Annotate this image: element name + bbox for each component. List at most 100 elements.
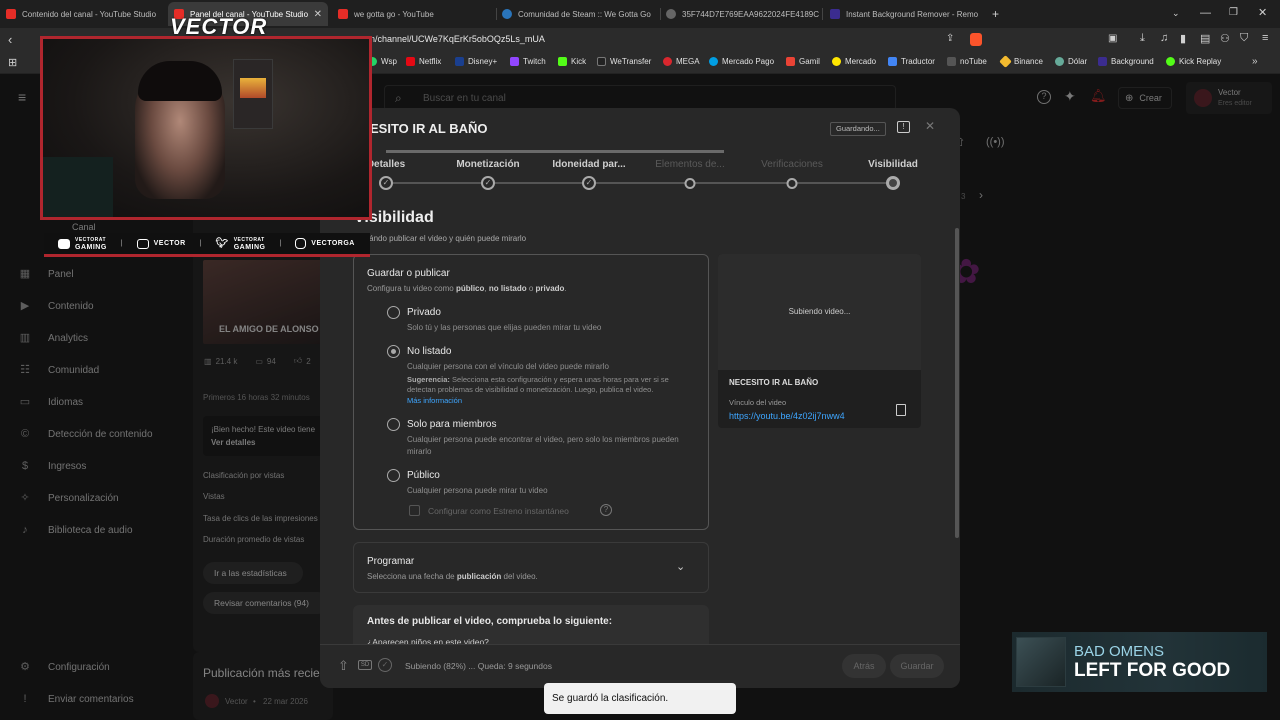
bookmark-netflix[interactable]: Netflix: [406, 57, 441, 66]
divider: |: [279, 240, 282, 247]
step-label-idoneidad[interactable]: Idoneidad par...: [552, 159, 625, 170]
bookmark-gamil[interactable]: Gamil: [786, 57, 820, 66]
scrollbar[interactable]: [955, 228, 959, 538]
step-label-verificaciones[interactable]: Verificaciones: [761, 159, 823, 170]
step-label-elementos[interactable]: Elementos de...: [655, 159, 724, 170]
bookmark-wsp[interactable]: Wsp: [368, 57, 397, 66]
back-icon[interactable]: ‹: [8, 32, 12, 47]
url-field[interactable]: n/channel/UCWe7KqErKr5obOQz5Ls_mUA: [370, 34, 545, 44]
extensions-icon[interactable]: ⚇: [1220, 32, 1230, 45]
apps-grid-icon[interactable]: ⊞: [8, 56, 17, 69]
step-pending-dot[interactable]: [786, 178, 798, 189]
saving-badge: Guardando...: [830, 122, 886, 136]
option-desc-miembros: Cualquier persona puede encontrar el vid…: [407, 435, 679, 456]
bookmark-kick[interactable]: Kick: [558, 57, 586, 66]
bookmark-mega[interactable]: MEGA: [663, 57, 700, 66]
social-bar: VECTORAT GAMING | VECTOR | 🐦︎ VECTORAT GAM…: [44, 233, 370, 257]
bookmark-mercado[interactable]: Mercado: [832, 57, 876, 66]
bookmark-kick-replay[interactable]: Kick Replay: [1166, 57, 1221, 66]
step-pending-dot[interactable]: [684, 178, 696, 189]
checks-icon: ✓: [378, 658, 392, 672]
brave-shield-icon[interactable]: [970, 33, 982, 46]
binance-icon: [999, 55, 1012, 68]
wallet-icon[interactable]: ▤: [1200, 32, 1210, 45]
suggestion-text: Sugerencia: Selecciona esta configuració…: [407, 375, 669, 394]
help-icon[interactable]: ?: [600, 504, 612, 516]
copy-icon[interactable]: [896, 404, 906, 416]
step-current-dot[interactable]: [886, 176, 900, 190]
bookmark-twitch[interactable]: Twitch: [510, 57, 546, 66]
radio-publico[interactable]: [387, 469, 400, 482]
radio-privado[interactable]: [387, 306, 400, 319]
photoroom-icon: [830, 9, 840, 19]
step-done-check-icon[interactable]: ✓: [582, 176, 596, 190]
notube-icon: [947, 57, 956, 66]
share-icon[interactable]: ⇪: [946, 33, 954, 44]
reader-icon[interactable]: ▣: [1108, 33, 1117, 44]
radio-solo-miembros[interactable]: [387, 418, 400, 431]
tab-hash[interactable]: 35F744D7E769EAA9622024FE4189C: [660, 2, 820, 26]
arcade-screen: [240, 78, 266, 98]
tab-we-gotta-go[interactable]: we gotta go - YouTube: [332, 2, 492, 26]
new-tab-icon[interactable]: +: [992, 7, 999, 21]
tab-separator: [822, 8, 823, 20]
webcam-overlay: [40, 36, 372, 220]
close-icon[interactable]: ✕: [925, 119, 935, 133]
save-description: Configura tu video como público, no list…: [367, 284, 567, 293]
social-twitter: 🐦︎ VECTORAT GAMING: [215, 236, 266, 251]
video-preview: Subiendo video...: [718, 254, 921, 370]
schedule-panel[interactable]: Programar Selecciona una fecha de public…: [353, 542, 709, 593]
bookmark-background[interactable]: Background: [1098, 57, 1154, 66]
vpn-shield-icon[interactable]: ⛉: [1240, 32, 1248, 45]
more-bookmarks-icon[interactable]: »: [1252, 56, 1258, 67]
video-link[interactable]: https://youtu.be/4z02ij7nww4: [729, 411, 845, 421]
section-subheading: e cuándo publicar el video y quién puede…: [354, 234, 527, 243]
bookmark-mercado-pago[interactable]: Mercado Pago: [709, 57, 774, 66]
more-info-link[interactable]: Más información: [407, 396, 462, 405]
close-window-icon[interactable]: ✕: [1258, 6, 1267, 19]
step-label-detalles[interactable]: Detalles: [367, 159, 405, 170]
menu-icon[interactable]: ≡: [1262, 32, 1268, 44]
bookmark-disney[interactable]: Disney+: [455, 57, 497, 66]
upload-status: Subiendo (82%) ... Queda: 9 segundos: [405, 661, 552, 671]
dialog-title: ESITO IR AL BAÑO: [370, 121, 488, 136]
bookmark-dolar[interactable]: Dólar: [1055, 57, 1087, 66]
chevron-down-icon[interactable]: ⌄: [1172, 8, 1180, 19]
restore-icon[interactable]: ❐: [1229, 7, 1238, 18]
download-icon[interactable]: ⤓: [1140, 32, 1145, 45]
toast-notification: Se guardó la clasificación.: [544, 683, 736, 714]
tab-background-remover[interactable]: Instant Background Remover - Remo: [824, 2, 984, 26]
progress-bar: [386, 150, 724, 153]
steam-icon: [502, 9, 512, 19]
premiere-checkbox[interactable]: [409, 505, 420, 516]
minimize-icon[interactable]: —: [1200, 7, 1211, 19]
step-label-visibilidad[interactable]: Visibilidad: [868, 159, 918, 170]
back-button[interactable]: Atrás: [842, 654, 886, 678]
now-playing-song: LEFT FOR GOOD: [1074, 659, 1231, 681]
dialog-footer: ⇧ SD ✓ Subiendo (82%) ... Queda: 9 segun…: [320, 644, 960, 688]
chevron-down-icon[interactable]: ⌄: [676, 560, 685, 573]
save-button[interactable]: Guardar: [890, 654, 944, 678]
option-title-publico: Público: [407, 470, 440, 481]
step-done-check-icon[interactable]: ✓: [379, 176, 393, 190]
bookmark-traductor[interactable]: Traductor: [888, 57, 935, 66]
bookmark-binance[interactable]: Binance: [999, 55, 1043, 68]
music-icon[interactable]: ♫: [1160, 32, 1168, 44]
social-twitch: VECTOR: [136, 238, 186, 249]
step-label-monetizacion[interactable]: Monetización: [456, 159, 519, 170]
close-tab-icon[interactable]: ✕: [314, 9, 322, 20]
save-title: Guardar o publicar: [367, 268, 450, 279]
link-label: Vínculo del video: [729, 398, 787, 407]
kick-icon: [558, 57, 567, 66]
feedback-icon[interactable]: !: [897, 121, 910, 133]
bookmark-notube[interactable]: noTube: [947, 57, 987, 66]
radio-no-listado[interactable]: [387, 345, 400, 358]
tab-steam[interactable]: Comunidad de Steam :: We Gotta Go: [496, 2, 656, 26]
tab-contenido[interactable]: Contenido del canal - YouTube Studio: [0, 2, 164, 26]
checklist-title: Antes de publicar el video, comprueba lo…: [367, 616, 613, 627]
mercado-pago-icon: [709, 57, 718, 66]
bookmark-wetransfer[interactable]: WeTransfer: [597, 57, 651, 66]
social-youtube: VECTORAT GAMING: [58, 237, 107, 251]
step-done-check-icon[interactable]: ✓: [481, 176, 495, 190]
sidebar-icon[interactable]: ▮: [1180, 32, 1186, 45]
